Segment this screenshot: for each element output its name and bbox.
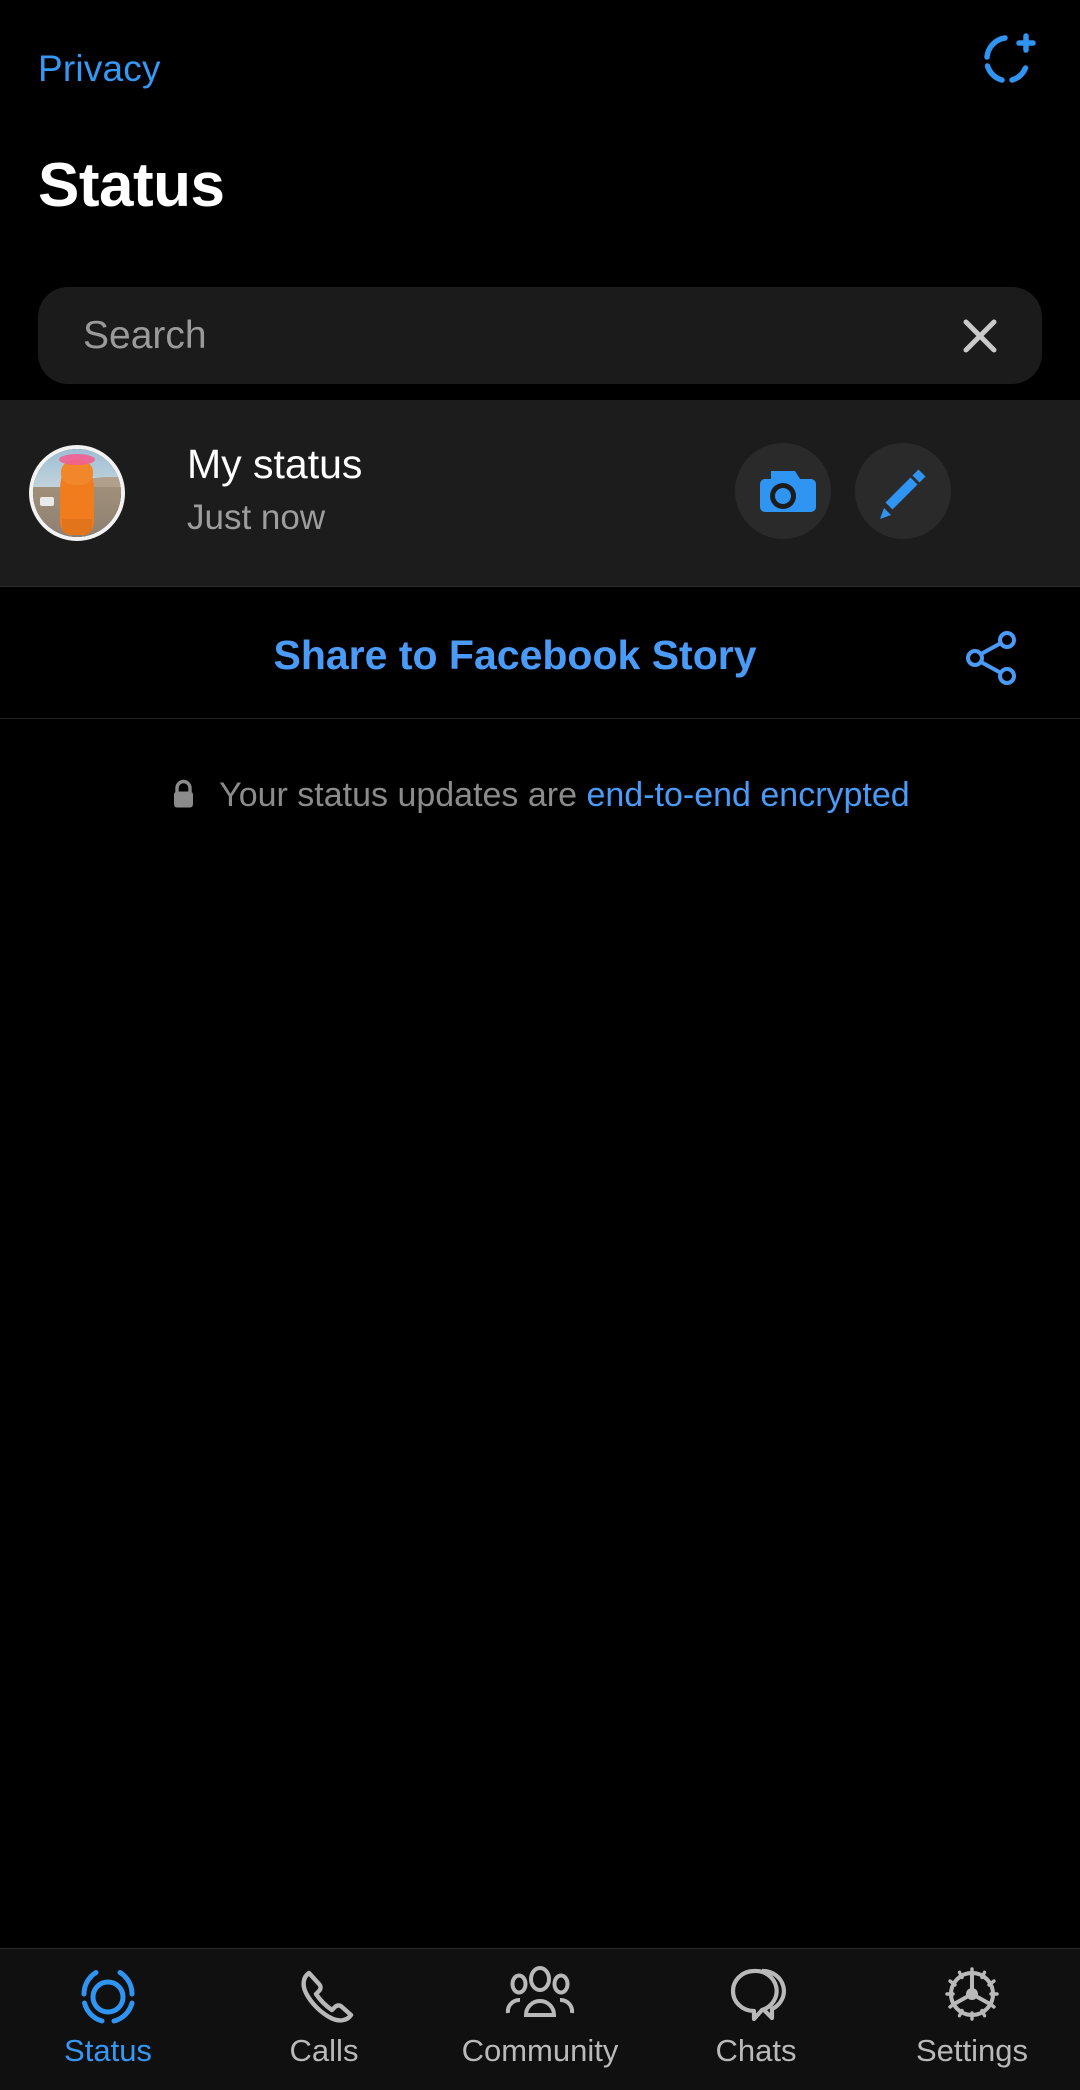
my-status-title: My status	[187, 441, 363, 487]
search-input[interactable]: Search	[83, 314, 207, 358]
add-status-ring-plus-icon	[984, 33, 1036, 83]
share-button[interactable]	[962, 629, 1020, 687]
avatar-image	[33, 449, 121, 537]
nav-label-community: Community	[461, 2033, 619, 2068]
close-x-icon	[963, 319, 997, 353]
nav-item-chats[interactable]: Chats	[648, 1949, 864, 2069]
nav-item-settings[interactable]: Settings	[864, 1949, 1080, 2069]
nav-item-community[interactable]: Community	[432, 1949, 648, 2069]
avatar-pink-accent	[59, 454, 95, 465]
avatar-dinosaur-legs	[62, 519, 92, 535]
search-bar[interactable]: Search	[38, 287, 1042, 384]
share-to-facebook-story-row[interactable]: Share to Facebook Story	[0, 586, 1080, 719]
bottom-navigation: Status Calls Community Chats Settings	[0, 1948, 1080, 2090]
nav-label-settings: Settings	[915, 2033, 1028, 2068]
edit-text-status-button[interactable]	[855, 443, 951, 539]
camera-icon	[760, 471, 816, 512]
lock-icon	[170, 778, 197, 820]
gear-icon	[939, 1963, 1005, 2029]
community-icon	[502, 1963, 578, 2029]
nav-item-calls[interactable]: Calls	[216, 1949, 432, 2069]
avatar-object	[40, 497, 54, 506]
page-title: Status	[38, 151, 225, 220]
search-clear-button[interactable]	[956, 312, 1004, 360]
share-to-facebook-story-label: Share to Facebook Story	[273, 632, 757, 678]
privacy-link[interactable]: Privacy	[38, 48, 161, 90]
add-status-button[interactable]	[975, 26, 1041, 92]
encryption-learn-more-link[interactable]: end-to-end encrypted	[586, 776, 909, 814]
share-nodes-icon	[966, 631, 1016, 685]
encryption-notice: Your status updates are end-to-end encry…	[0, 776, 1080, 820]
camera-button[interactable]	[735, 443, 831, 539]
my-status-text-group: My status Just now	[187, 441, 363, 538]
nav-item-status[interactable]: Status	[0, 1949, 216, 2069]
nav-label-calls: Calls	[289, 2033, 359, 2068]
chats-bubbles-icon	[718, 1963, 794, 2029]
pencil-icon	[880, 469, 926, 519]
my-status-timestamp: Just now	[187, 498, 326, 538]
encryption-text: Your status updates are	[219, 776, 578, 814]
my-status-row[interactable]: My status Just now	[0, 400, 1080, 586]
status-ring-icon	[75, 1963, 141, 2029]
nav-label-status: Status	[64, 2033, 152, 2068]
nav-label-chats: Chats	[715, 2033, 797, 2068]
top-bar: Privacy	[0, 0, 1080, 112]
phone-icon	[291, 1963, 357, 2029]
status-screen: Privacy Status Search My status Just now…	[0, 0, 1080, 2090]
avatar[interactable]	[29, 445, 125, 541]
